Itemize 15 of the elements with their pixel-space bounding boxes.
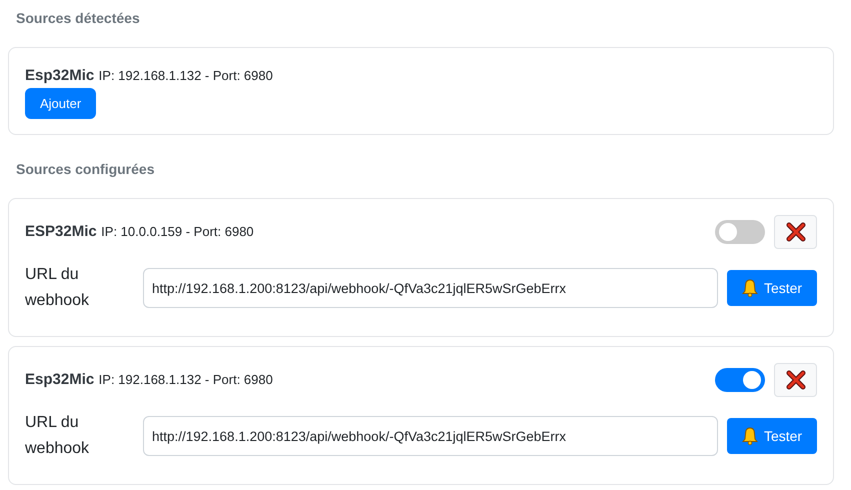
field-label: URL du webhook <box>25 265 90 311</box>
source-name: Esp32Mic <box>25 371 94 388</box>
source-details: IP: 192.168.1.132 - Port: 6980 <box>98 372 273 387</box>
source-name: Esp32Mic <box>25 67 94 84</box>
source-details: IP: 192.168.1.132 - Port: 6980 <box>98 68 273 83</box>
section-heading: Sources détectées <box>16 10 140 26</box>
source-name: ESP32Mic <box>25 223 97 240</box>
test-button[interactable]: Tester <box>727 270 817 306</box>
field-label: URL du webhook <box>25 413 90 459</box>
add-button[interactable]: Ajouter <box>25 88 96 119</box>
source-details: IP: 10.0.0.159 - Port: 6980 <box>101 224 254 239</box>
test-button[interactable]: Tester <box>727 418 817 454</box>
webhook-url-field[interactable]: http://192.168.1.200:8123/api/webhook/-QfVa3c21jqlER5wSrGebErrx <box>143 268 718 308</box>
section-heading: Sources configurées <box>16 161 154 177</box>
webhook-url-field[interactable]: http://192.168.1.200:8123/api/webhook/-QfVa3c21jqlER5wSrGebErrx <box>143 416 718 456</box>
